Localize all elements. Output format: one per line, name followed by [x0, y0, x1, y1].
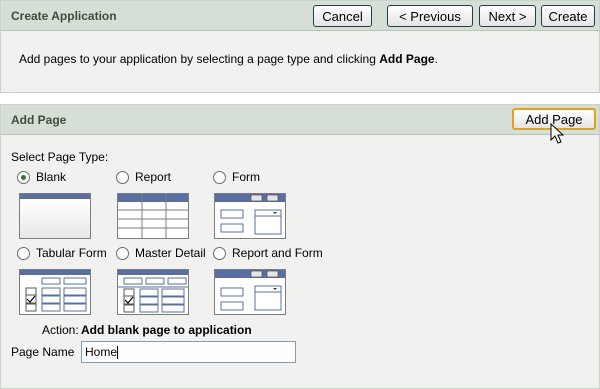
radio-label-form[interactable]: Form — [232, 170, 260, 184]
radio-report-and-form[interactable] — [213, 247, 226, 260]
radio-blank[interactable] — [17, 171, 30, 184]
form-page-thumbnail[interactable] — [214, 193, 286, 239]
previous-button[interactable]: < Previous — [387, 5, 473, 27]
next-button[interactable]: Next > — [479, 5, 536, 27]
region-title: Create Application — [11, 8, 117, 23]
arrow-pointer-icon — [550, 123, 564, 144]
radio-tabular-form[interactable] — [17, 247, 30, 260]
text-caret — [117, 346, 119, 360]
master-detail-thumbnail[interactable] — [117, 269, 189, 315]
page-name-value: Home — [85, 345, 118, 359]
page-name-label: Page Name — [11, 345, 75, 359]
create-application-header: Create Application Cancel < Previous Nex… — [1, 1, 599, 31]
radio-label-master-detail[interactable]: Master Detail — [135, 246, 206, 260]
create-button[interactable]: Create — [541, 5, 595, 27]
report-page-thumbnail[interactable] — [117, 193, 189, 239]
create-application-region: Create Application Cancel < Previous Nex… — [0, 0, 600, 93]
action-label: Action: — [42, 323, 79, 337]
radio-label-tabular-form[interactable]: Tabular Form — [36, 246, 107, 260]
instructions-text: Add pages to your application by selecti… — [19, 52, 438, 66]
select-page-type-label: Select Page Type: — [11, 150, 109, 164]
region-title: Add Page — [11, 112, 67, 127]
report-and-form-thumbnail[interactable] — [214, 269, 286, 315]
radio-label-report-and-form[interactable]: Report and Form — [232, 246, 323, 260]
radio-form[interactable] — [213, 171, 226, 184]
instructions-end: . — [434, 52, 438, 66]
page-name-input[interactable]: Home — [81, 341, 296, 363]
radio-label-report[interactable]: Report — [135, 170, 171, 184]
radio-master-detail[interactable] — [116, 247, 129, 260]
instructions-bold: Add Page — [379, 52, 435, 66]
action-value: Add blank page to application — [81, 323, 252, 337]
instructions-main: Add pages to your application by selecti… — [19, 52, 380, 66]
tabular-form-thumbnail[interactable] — [19, 269, 91, 315]
add-page-header: Add Page Add Page — [1, 105, 599, 135]
blank-page-thumbnail[interactable] — [19, 193, 91, 239]
radio-report[interactable] — [116, 171, 129, 184]
cancel-button[interactable]: Cancel — [313, 5, 372, 27]
radio-label-blank[interactable]: Blank — [36, 170, 66, 184]
